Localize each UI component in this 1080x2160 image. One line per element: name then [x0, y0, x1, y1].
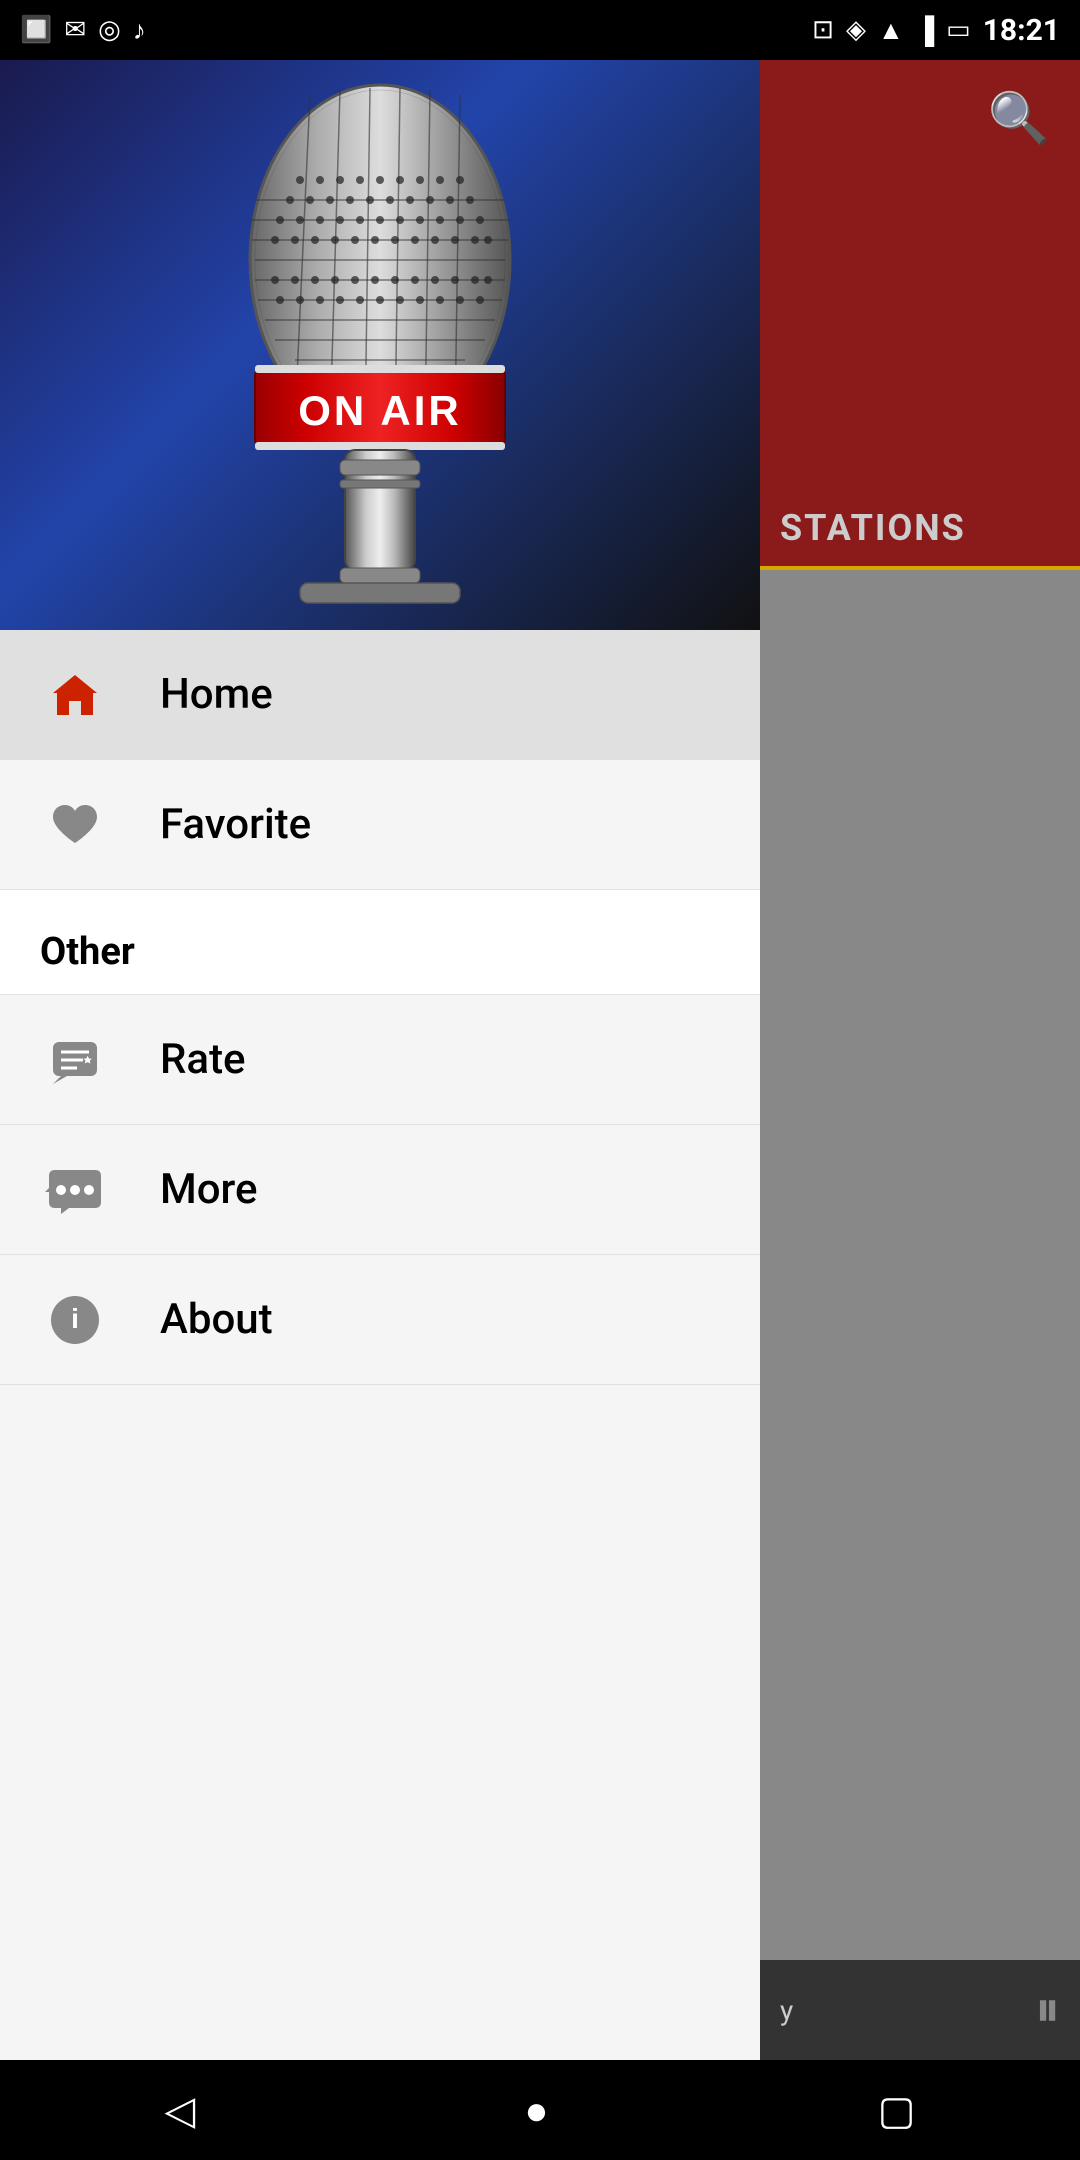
microphone-image: ON AIR [140, 80, 620, 610]
nav-item-rate-label: Rate [160, 1035, 246, 1084]
battery-icon: ▭ [946, 15, 971, 45]
nav-item-favorite-label: Favorite [160, 800, 311, 849]
nav-item-about-label: About [160, 1295, 273, 1344]
home-icon [40, 660, 110, 730]
more-icon [40, 1155, 110, 1225]
nav-item-rate[interactable]: Rate [0, 995, 760, 1125]
hero-image: ON AIR [0, 60, 760, 630]
player-song-label: y [780, 1994, 793, 2027]
status-time: 18:21 [983, 13, 1060, 48]
location-icon: ◈ [846, 15, 866, 45]
right-panel: 🔍 STATIONS [760, 60, 1080, 2060]
svg-text:i: i [71, 1303, 79, 1334]
cast-icon: ⊡ [812, 15, 834, 45]
stations-label: STATIONS [780, 507, 966, 549]
navigation-bar: ◁ ● ▢ [0, 2060, 1080, 2160]
menu-area: Home Favorite Other [0, 630, 760, 2060]
nav-item-about[interactable]: i About [0, 1255, 760, 1385]
svg-text:ON AIR: ON AIR [298, 387, 461, 434]
right-panel-top: 🔍 [760, 60, 1080, 490]
info-icon: i [40, 1285, 110, 1355]
music-icon: ♪ [133, 15, 146, 46]
heart-icon [40, 790, 110, 860]
nav-drawer: ON AIR Home [0, 60, 760, 2060]
nav-item-home[interactable]: Home [0, 630, 760, 760]
status-bar-left: 🔲 ✉ ◎ ♪ [20, 15, 146, 46]
nav-item-more[interactable]: More [0, 1125, 760, 1255]
recents-button[interactable]: ▢ [878, 2087, 916, 2134]
camera-icon: ◎ [98, 15, 121, 45]
gmail-icon: ✉ [64, 15, 86, 45]
home-button[interactable]: ● [524, 2087, 548, 2134]
rate-icon [40, 1025, 110, 1095]
right-panel-header: STATIONS [760, 490, 1080, 570]
section-other-label: Other [40, 930, 135, 974]
nav-item-home-label: Home [160, 670, 273, 719]
right-panel-content [760, 570, 1080, 2060]
wifi-icon: ▲ [878, 15, 904, 46]
nav-item-favorite[interactable]: Favorite [0, 760, 760, 890]
signal-icon: ▐ [916, 15, 934, 46]
pause-icon[interactable]: ⏸ [1035, 1981, 1060, 2039]
status-bar-right: ⊡ ◈ ▲ ▐ ▭ 18:21 [812, 13, 1060, 48]
search-icon[interactable]: 🔍 [988, 90, 1050, 148]
app-icon: 🔲 [20, 15, 52, 45]
back-button[interactable]: ◁ [165, 2087, 196, 2134]
section-header-other: Other [0, 890, 760, 995]
nav-item-more-label: More [160, 1165, 258, 1214]
player-bar: y ⏸ [760, 1960, 1080, 2060]
status-bar: 🔲 ✉ ◎ ♪ ⊡ ◈ ▲ ▐ ▭ 18:21 [0, 0, 1080, 60]
